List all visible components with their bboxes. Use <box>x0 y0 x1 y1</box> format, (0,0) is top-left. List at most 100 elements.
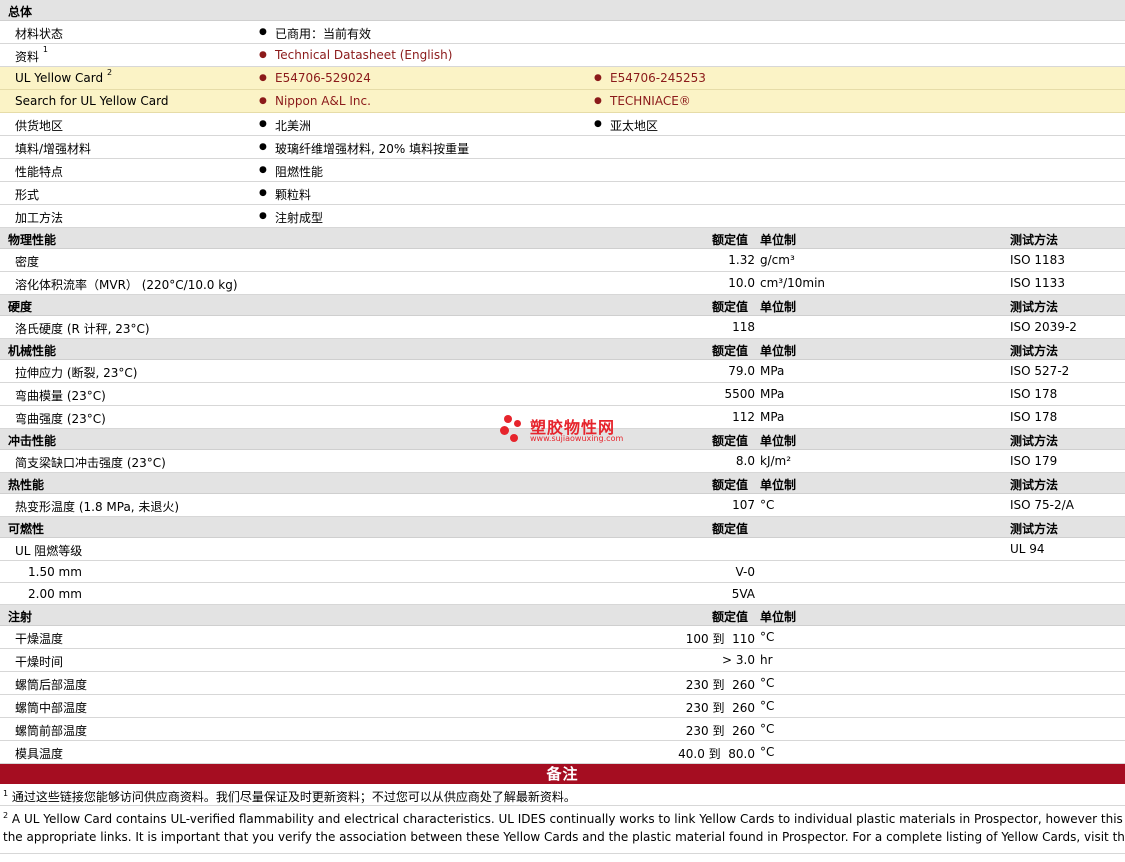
logo-dot-icon <box>500 426 509 435</box>
section-title: 注射 <box>8 610 33 624</box>
column-header-unit: 单位制 <box>760 233 797 247</box>
property-label: 热变形温度 (1.8 MPa, 未退火) <box>15 500 180 514</box>
property-test-method: ISO 75-2/A <box>1010 498 1074 512</box>
footnote-marker: 1 <box>42 45 48 54</box>
property-row: 螺筒后部温度 230 到 260 °C <box>0 672 1125 695</box>
property-test-method: ISO 1133 <box>1010 276 1065 290</box>
property-value: 100 到 110 <box>685 632 755 646</box>
property-value: V-0 <box>735 565 755 579</box>
value-text: 阻燃性能 <box>259 163 323 180</box>
column-header-unit: 单位制 <box>760 610 797 624</box>
section-title: 机械性能 <box>8 344 57 358</box>
property-label: 溶化体积流率（MVR） (220°C/10.0 kg) <box>15 278 238 292</box>
general-row: 资料 1 Technical Datasheet (English) <box>0 44 1125 67</box>
column-header-unit: 单位制 <box>760 300 797 314</box>
property-value: 230 到 260 <box>685 724 755 738</box>
value-text: 玻璃纤维增强材料, 20% 填料按重量 <box>259 140 469 157</box>
value-text: 亚太地区 <box>594 117 658 134</box>
property-value: 79.0 <box>728 364 755 378</box>
property-row: 螺筒前部温度 230 到 260 °C <box>0 718 1125 741</box>
property-label: 2.00 mm <box>28 587 82 601</box>
property-row: 模具温度 40.0 到 80.0 °C <box>0 741 1125 764</box>
section-header-general: 总体 <box>0 0 1125 21</box>
property-test-method: ISO 527-2 <box>1010 364 1070 378</box>
property-value: 5VA <box>731 587 755 601</box>
property-row: 2.00 mm 5VA <box>0 583 1125 605</box>
section-title: 可燃性 <box>8 522 45 536</box>
value-link[interactable]: Technical Datasheet (English) <box>259 48 452 62</box>
row-label-text: Search for UL Yellow Card <box>15 94 169 108</box>
section-header: 可燃性 额定值 测试方法 <box>0 517 1125 538</box>
column-header-value: 额定值 <box>712 610 749 624</box>
note-1-marker: 1 <box>3 789 9 798</box>
value-link[interactable]: E54706-245253 <box>594 71 706 85</box>
section-header: 热性能 额定值 单位制 测试方法 <box>0 473 1125 494</box>
column-header-value: 额定值 <box>712 233 749 247</box>
property-test-method: UL 94 <box>1010 542 1045 556</box>
row-label: 性能特点 <box>15 163 63 180</box>
property-unit: °C <box>760 745 775 759</box>
property-sections: 物理性能 额定值 单位制 测试方法 密度 1.32 g/cm³ ISO 1183 溶化体积流率（… <box>0 228 1125 764</box>
property-label: 干燥温度 <box>15 632 64 646</box>
property-value: 8.0 <box>735 454 755 468</box>
property-label: 拉伸应力 (断裂, 23°C) <box>15 366 138 380</box>
column-header-test-method: 测试方法 <box>1010 344 1059 358</box>
property-row: 热变形温度 (1.8 MPa, 未退火) 107 °C ISO 75-2/A <box>0 494 1125 517</box>
value-link[interactable]: Nippon A&L Inc. <box>259 94 371 108</box>
section-title: 热性能 <box>8 478 45 492</box>
property-row: 洛氏硬度 (R 计秤, 23°C) 118 ISO 2039-2 <box>0 316 1125 339</box>
row-label: 材料状态 <box>15 25 63 42</box>
property-unit: cm³/10min <box>760 276 826 290</box>
row-label-text: 性能特点 <box>15 165 64 179</box>
row-label: 资料 1 <box>15 45 48 65</box>
property-unit: MPa <box>760 387 785 401</box>
property-unit: °C <box>760 630 775 644</box>
column-header-test-method: 测试方法 <box>1010 233 1059 247</box>
property-row: 溶化体积流率（MVR） (220°C/10.0 kg) 10.0 cm³/10min… <box>0 272 1125 295</box>
property-label: 弯曲模量 (23°C) <box>15 389 106 403</box>
property-row: 密度 1.32 g/cm³ ISO 1183 <box>0 249 1125 272</box>
property-unit: °C <box>760 722 775 736</box>
column-header-value: 额定值 <box>712 478 749 492</box>
property-row: 弯曲模量 (23°C) 5500 MPa ISO 178 <box>0 383 1125 406</box>
property-value: 10.0 <box>728 276 755 290</box>
property-test-method: ISO 1183 <box>1010 253 1065 267</box>
column-header-test-method: 测试方法 <box>1010 434 1059 448</box>
column-header-unit: 单位制 <box>760 478 797 492</box>
property-label: 简支梁缺口冲击强度 (23°C) <box>15 456 166 470</box>
property-label: 弯曲强度 (23°C) <box>15 412 106 426</box>
property-label: UL 阻燃等级 <box>15 544 83 558</box>
value-text: 注射成型 <box>259 209 323 226</box>
footnote-marker: 2 <box>106 68 113 77</box>
value-link[interactable]: E54706-529024 <box>259 71 371 85</box>
general-row: 性能特点 阻燃性能 <box>0 159 1125 182</box>
property-test-method: ISO 178 <box>1010 410 1058 424</box>
logo-dot-icon <box>510 434 518 442</box>
section-header: 硬度 额定值 单位制 测试方法 <box>0 295 1125 316</box>
note-2: 2 A UL Yellow Card contains UL-verified … <box>0 806 1125 854</box>
notes-header: 备注 <box>0 764 1125 784</box>
section-header: 注射 额定值 单位制 <box>0 605 1125 626</box>
general-rows: 材料状态 已商用：当前有效资料 1 Technical Datasheet (Eng… <box>0 21 1125 228</box>
row-label: 加工方法 <box>15 209 63 226</box>
property-row: 拉伸应力 (断裂, 23°C) 79.0 MPa ISO 527-2 <box>0 360 1125 383</box>
row-label-text: 填料/增强材料 <box>15 142 92 156</box>
property-unit: °C <box>760 699 775 713</box>
column-header-unit: 单位制 <box>760 434 797 448</box>
note-2-marker: 2 <box>3 811 9 820</box>
note-1-text: 通过这些链接您能够访问供应商资料。我们尽量保证及时更新资料；不过您可以从供应商处… <box>11 790 576 804</box>
value-link[interactable]: TECHNIACE® <box>594 94 691 108</box>
property-value: 5500 <box>724 387 755 401</box>
property-label: 螺筒后部温度 <box>15 678 88 692</box>
property-row: UL 阻燃等级 UL 94 <box>0 538 1125 561</box>
property-label: 洛氏硬度 (R 计秤, 23°C) <box>15 322 150 336</box>
value-text: 北美洲 <box>259 117 311 134</box>
property-row: 螺筒中部温度 230 到 260 °C <box>0 695 1125 718</box>
property-value: 40.0 到 80.0 <box>678 747 755 761</box>
property-unit: kJ/m² <box>760 454 792 468</box>
value-text: 颗粒料 <box>259 186 311 203</box>
property-test-method: ISO 179 <box>1010 454 1058 468</box>
general-row: Search for UL Yellow Card Nippon A&L Inc.… <box>0 90 1125 113</box>
general-row: 材料状态 已商用：当前有效 <box>0 21 1125 44</box>
general-row: 供货地区 北美洲 亚太地区 <box>0 113 1125 136</box>
